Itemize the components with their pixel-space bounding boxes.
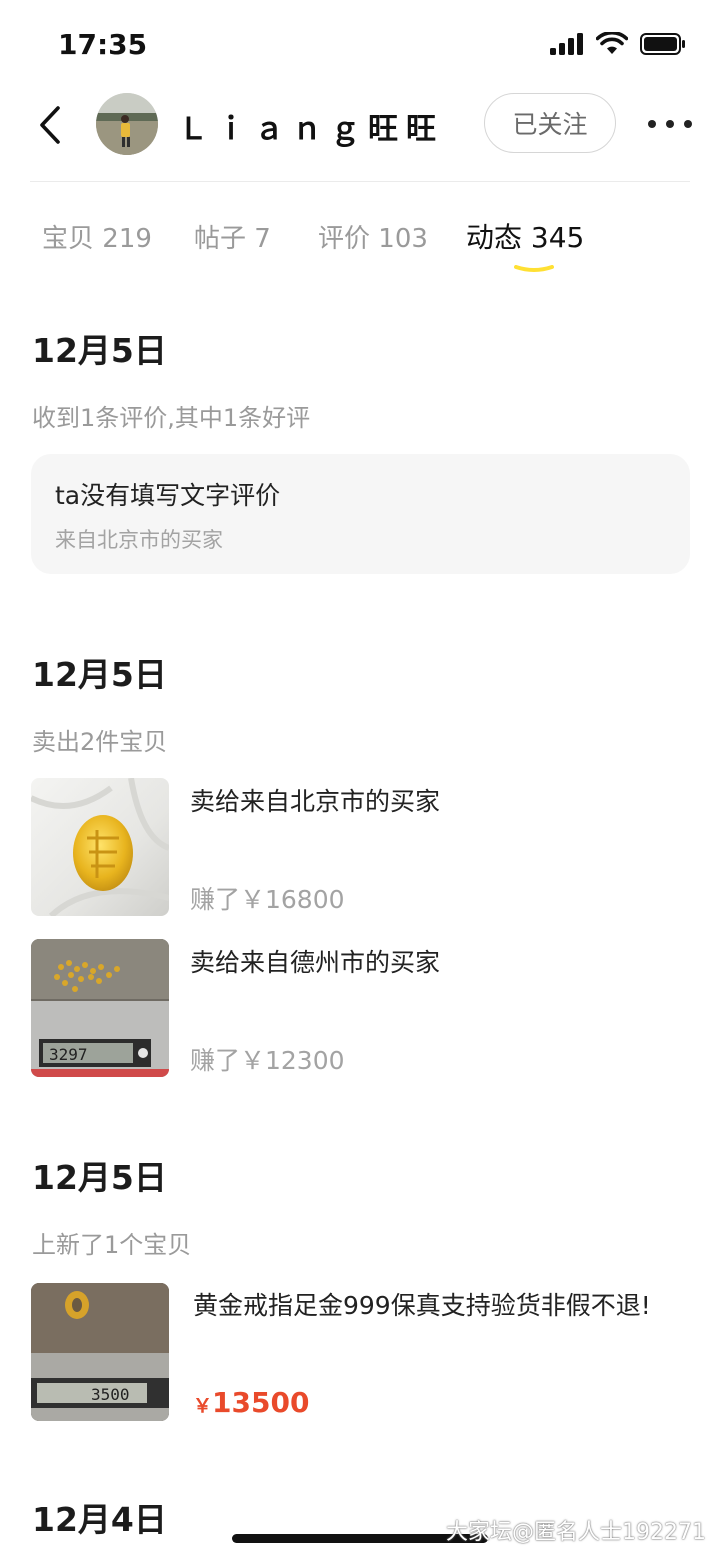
status-time: 17:35 — [58, 28, 148, 61]
watermark: 大家坛@匿名人士192271 — [446, 1520, 706, 1545]
gold-ring-on-scale-photo: 3500 — [31, 1283, 169, 1421]
avatar-photo — [96, 93, 158, 155]
feed-date: 12月5日 — [32, 331, 167, 370]
review-text: ta没有填写文字评价 — [55, 481, 281, 510]
more-dot — [648, 120, 656, 128]
sold-item-thumbnail[interactable]: 3297 — [31, 939, 169, 1077]
feed-date: 12月4日 — [32, 1500, 167, 1539]
header-divider — [30, 181, 690, 182]
feed-date: 12月5日 — [32, 655, 167, 694]
sold-item-earned: 赚了￥16800 — [190, 885, 345, 914]
more-dot — [684, 120, 692, 128]
tab-posts-count: 7 — [254, 224, 271, 254]
wifi-icon — [596, 32, 628, 54]
follow-button[interactable]: 已关注 — [484, 93, 616, 153]
feed-date: 12月5日 — [32, 1158, 167, 1197]
tab-activity-count: 345 — [530, 221, 585, 254]
new-item-thumbnail[interactable]: 3500 — [31, 1283, 169, 1421]
tab-reviews-label: 评价 — [318, 224, 371, 254]
active-tab-indicator — [514, 258, 554, 272]
feed-summary: 上新了1个宝贝 — [32, 1231, 192, 1259]
more-options-button[interactable] — [648, 112, 692, 136]
svg-text:3297: 3297 — [49, 1045, 88, 1064]
cellular-signal-icon — [550, 33, 583, 55]
gold-chain-on-scale-photo: 3297 — [31, 939, 169, 1077]
review-card[interactable] — [31, 454, 690, 574]
sold-item-title: 卖给来自北京市的买家 — [190, 787, 441, 816]
price-value: 13500 — [212, 1386, 310, 1419]
username: Ｌｉａｎｇ旺旺 — [178, 112, 444, 147]
tab-items[interactable]: 宝贝 219 — [42, 218, 152, 255]
status-icons — [550, 32, 686, 56]
new-item-price: ￥13500 — [193, 1386, 309, 1419]
tab-activity[interactable]: 动态 345 — [466, 216, 584, 256]
back-button[interactable] — [32, 100, 72, 150]
battery-icon — [640, 33, 685, 55]
tab-activity-label: 动态 — [466, 221, 523, 254]
tab-items-label: 宝贝 — [42, 224, 95, 254]
sold-item-title: 卖给来自德州市的买家 — [190, 948, 441, 977]
more-dot — [666, 120, 674, 128]
svg-text:3500: 3500 — [91, 1385, 130, 1404]
review-from: 来自北京市的买家 — [55, 528, 223, 552]
tab-items-count: 219 — [102, 224, 152, 254]
tab-reviews[interactable]: 评价 103 — [318, 218, 428, 255]
chevron-left-icon — [40, 106, 60, 144]
currency-symbol: ￥ — [193, 1395, 213, 1417]
feed-summary: 收到1条评价,其中1条好评 — [32, 404, 311, 432]
gold-pendant-photo — [31, 778, 169, 916]
avatar[interactable] — [96, 93, 158, 155]
new-item-title: 黄金戒指足金999保真支持验货非假不退! — [193, 1291, 651, 1320]
tab-reviews-count: 103 — [378, 224, 428, 254]
feed-summary: 卖出2件宝贝 — [32, 728, 168, 756]
sold-item-earned: 赚了￥12300 — [190, 1046, 345, 1075]
tab-posts-label: 帖子 — [194, 224, 247, 254]
sold-item-thumbnail[interactable] — [31, 778, 169, 916]
tab-posts[interactable]: 帖子 7 — [194, 218, 271, 255]
